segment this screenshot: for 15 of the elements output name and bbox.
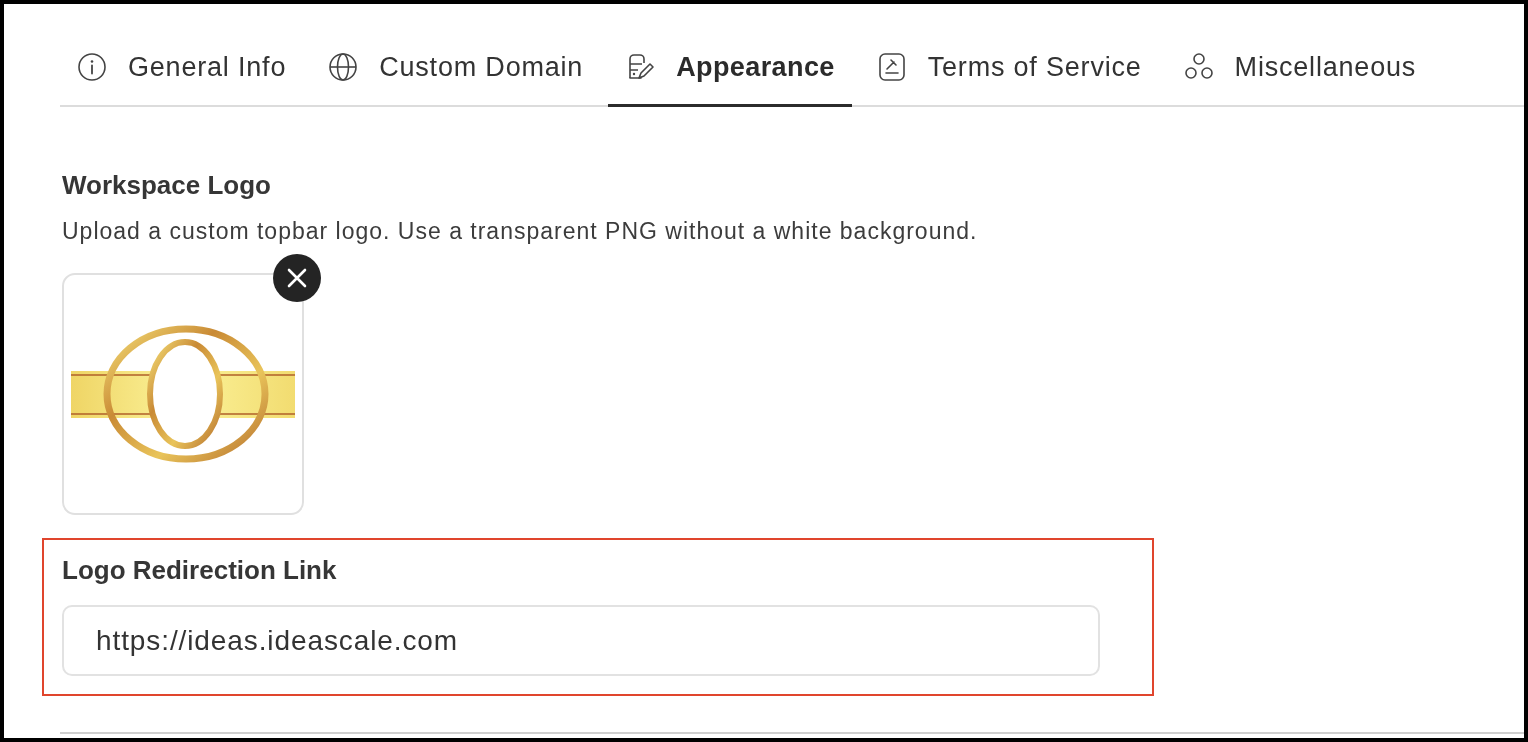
url-input[interactable]: https://ideas.ideascale.com xyxy=(62,605,1100,676)
close-icon xyxy=(287,268,307,288)
tab[interactable]: General Info xyxy=(60,28,304,107)
three-circles-icon xyxy=(1183,52,1214,82)
tab[interactable]: Miscellaneous xyxy=(1166,28,1434,107)
tab[interactable]: Appearance xyxy=(608,28,852,107)
section-description: Upload a custom topbar logo. Use a transparent PNG without a white background. xyxy=(62,217,978,245)
close-button[interactable] xyxy=(273,254,321,302)
section-heading: Workspace Logo xyxy=(62,169,271,201)
globe-icon xyxy=(328,52,359,82)
tab[interactable]: Terms of Service xyxy=(859,28,1159,107)
tab[interactable]: Custom Domain xyxy=(311,28,601,107)
field-label: Logo Redirection Link xyxy=(62,554,337,586)
info-icon xyxy=(77,52,107,82)
gavel-document-icon xyxy=(876,52,907,82)
